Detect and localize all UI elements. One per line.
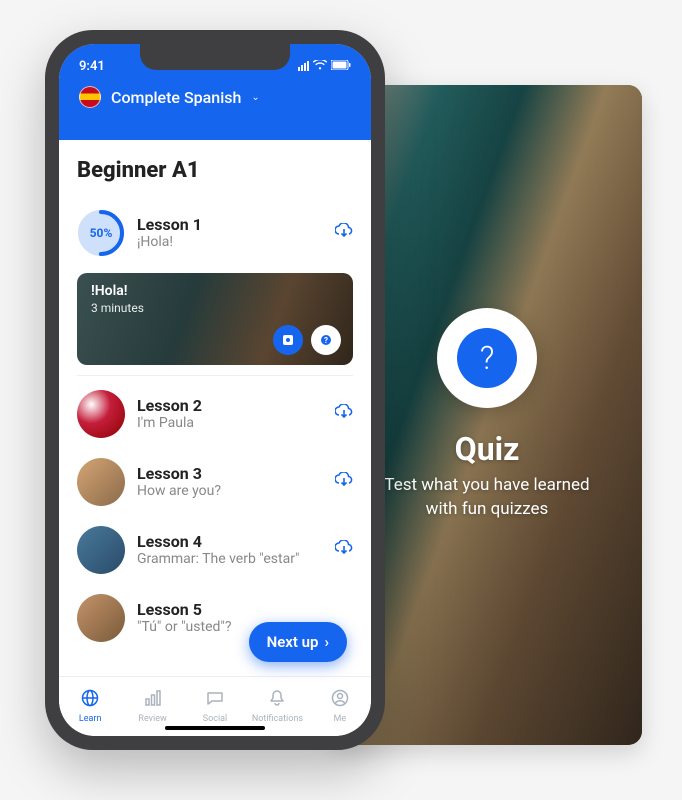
progress-ring: 50%: [77, 209, 125, 257]
flashcard-icon[interactable]: [273, 325, 303, 355]
level-title: Beginner A1: [77, 158, 353, 183]
lesson-subtitle: Grammar: The verb "estar": [137, 551, 323, 569]
expanded-title: !Hola!: [91, 283, 144, 299]
next-up-button[interactable]: Next up ›: [249, 622, 347, 662]
globe-icon: [81, 689, 99, 712]
signal-icon: [298, 61, 309, 71]
phone-notch: [140, 44, 290, 70]
lesson-list: Beginner A1 50% Lesson 1 ¡Hola!: [59, 140, 371, 680]
lesson-row[interactable]: 50% Lesson 1 ¡Hola!: [77, 199, 353, 267]
status-time: 9:41: [79, 59, 105, 74]
expanded-duration: 3 minutes: [91, 301, 144, 315]
bell-icon: [268, 689, 286, 712]
quiz-icon-circle[interactable]: ?: [437, 308, 537, 408]
course-selector[interactable]: Complete Spanish ⌄: [59, 78, 371, 116]
lesson-title: Lesson 1: [137, 215, 323, 234]
lesson-title: Lesson 3: [137, 464, 323, 483]
nav-label: Me: [334, 714, 347, 724]
chat-icon: [206, 689, 224, 712]
nav-learn[interactable]: Learn: [59, 677, 121, 736]
lesson-subtitle: I'm Paula: [137, 415, 323, 433]
help-icon[interactable]: ?: [311, 325, 341, 355]
progress-percent: 50%: [77, 209, 125, 257]
download-icon[interactable]: [335, 540, 353, 560]
chevron-right-icon: ›: [324, 633, 329, 651]
svg-text:?: ?: [324, 336, 328, 345]
lesson-subtitle: ¡Hola!: [137, 234, 323, 252]
lesson-title: Lesson 5: [137, 600, 353, 619]
download-icon[interactable]: [335, 223, 353, 243]
lesson-expanded-card[interactable]: !Hola! 3 minutes ?: [77, 273, 353, 365]
nav-me[interactable]: Me: [309, 677, 371, 736]
nav-label: Notifications: [252, 714, 303, 724]
nav-label: Learn: [79, 714, 102, 724]
home-indicator: [165, 726, 265, 730]
lesson-subtitle: How are you?: [137, 483, 323, 501]
lesson-avatar: [77, 390, 125, 438]
download-icon[interactable]: [335, 472, 353, 492]
nav-label: Social: [203, 714, 227, 724]
download-icon[interactable]: [335, 404, 353, 424]
course-name: Complete Spanish: [111, 88, 241, 107]
wifi-icon: [313, 59, 327, 73]
quiz-title: Quiz: [455, 430, 520, 468]
spain-flag-icon: [79, 86, 101, 108]
chart-icon: [144, 689, 162, 712]
lesson-avatar: [77, 526, 125, 574]
battery-icon: [331, 59, 351, 73]
nav-label: Review: [138, 714, 166, 724]
chevron-down-icon: ⌄: [251, 92, 259, 103]
divider: [77, 375, 353, 376]
lesson-title: Lesson 2: [137, 396, 323, 415]
lesson-avatar: [77, 458, 125, 506]
lesson-row[interactable]: Lesson 2 I'm Paula: [77, 380, 353, 448]
lesson-row[interactable]: Lesson 4 Grammar: The verb "estar": [77, 516, 353, 584]
phone-frame: 9:41 Complete Spanish ⌄ Beginner A1: [45, 30, 385, 750]
lesson-avatar: [77, 594, 125, 642]
phone-screen: 9:41 Complete Spanish ⌄ Beginner A1: [59, 44, 371, 736]
lesson-row[interactable]: Lesson 3 How are you?: [77, 448, 353, 516]
user-icon: [331, 689, 349, 712]
fab-label: Next up: [267, 633, 319, 651]
lesson-title: Lesson 4: [137, 532, 323, 551]
question-mark-icon: ?: [457, 328, 517, 388]
quiz-subtitle: Test what you have learned with fun quiz…: [384, 474, 589, 522]
